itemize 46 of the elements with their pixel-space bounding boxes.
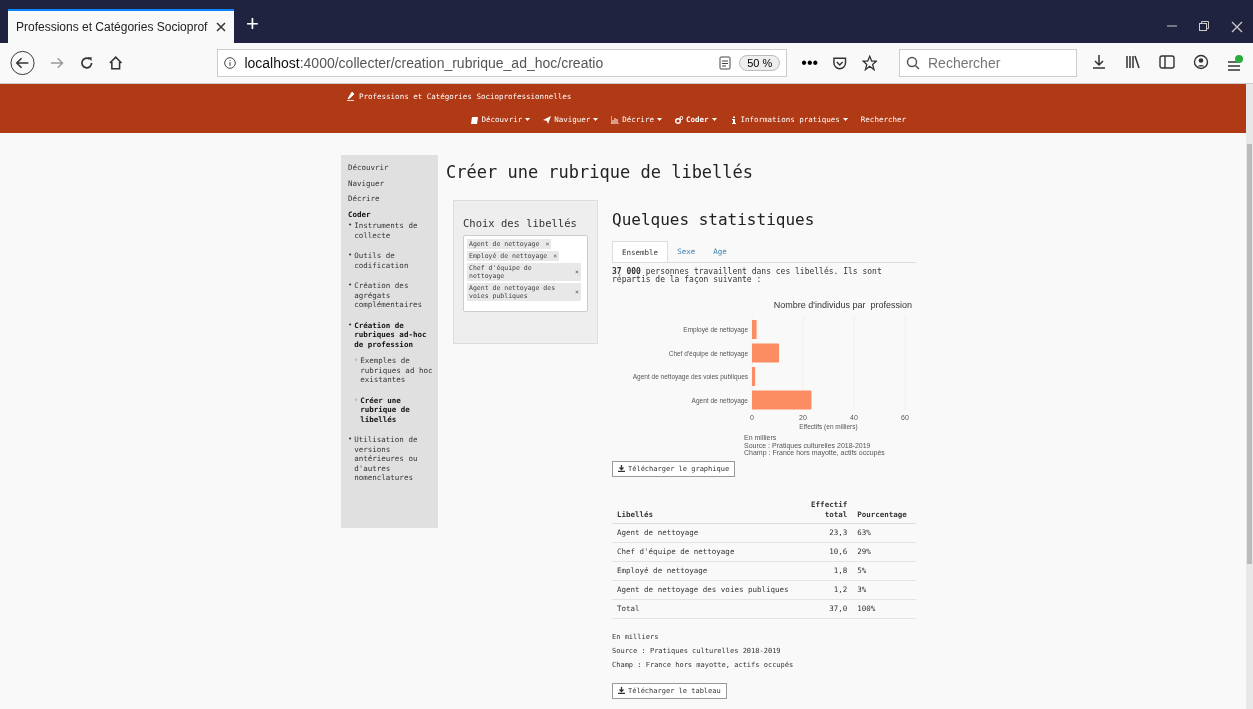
close-icon[interactable] [216, 22, 226, 32]
bar [752, 367, 756, 386]
tab-title: Professions et Catégories Socioprof [16, 20, 208, 34]
download-icon [618, 687, 625, 694]
section-title: Quelques statistiques [612, 210, 816, 229]
paper-plane-icon [543, 115, 552, 124]
bar-chart-icon [611, 115, 620, 124]
star-icon[interactable] [861, 55, 877, 71]
caret-icon [656, 117, 662, 122]
zoom-level[interactable]: 50 % [739, 55, 781, 71]
info-icon [729, 115, 738, 124]
pen-icon [347, 92, 355, 101]
new-tab-button[interactable]: + [246, 11, 259, 37]
panel-title: Choix des libellés [463, 217, 578, 229]
bar [752, 320, 757, 339]
home-icon[interactable] [107, 55, 124, 71]
account-icon[interactable] [1193, 54, 1209, 70]
download-icon [618, 465, 625, 472]
search-field[interactable]: Rechercher [899, 49, 1077, 77]
bar [752, 343, 780, 363]
summary-text: 37 000 personnes travaillent dans ces libellés. Ils sont répartis de la façon suivante : [612, 268, 883, 284]
book-icon [470, 115, 479, 124]
restore-icon[interactable] [1199, 21, 1209, 31]
info-icon[interactable] [224, 57, 237, 69]
pocket-icon[interactable] [832, 55, 848, 71]
chart-title: Nombre d'individus par profession [773, 300, 912, 310]
menu-icon[interactable] [1227, 54, 1243, 72]
library-icon[interactable] [1125, 54, 1141, 70]
download-icon[interactable] [1091, 54, 1107, 70]
gears-icon [674, 115, 683, 124]
caret-icon [525, 117, 531, 122]
page-title: Créer une rubrique de libellés [446, 162, 755, 182]
url-text: localhost:4000/collecter/creation_rubrique_ad_hoc/creatio [244, 55, 605, 71]
caret-icon [711, 117, 717, 122]
browser-tab[interactable]: Professions et Catégories Socioprof [8, 9, 234, 43]
reload-icon[interactable] [78, 55, 94, 71]
sidebar-icon[interactable] [1159, 54, 1175, 70]
address-bar[interactable]: localhost:4000/collecter/creation_rubrique_ad_hoc/creatio 50 % [217, 49, 788, 77]
scrollbar[interactable] [1246, 84, 1253, 709]
caret-icon [842, 117, 848, 122]
caret-icon [593, 117, 599, 122]
bar [752, 390, 812, 410]
more-actions[interactable]: ••• [801, 54, 819, 72]
back-icon[interactable] [10, 50, 36, 76]
reader-view-icon[interactable] [719, 56, 732, 70]
search-icon [906, 56, 920, 70]
